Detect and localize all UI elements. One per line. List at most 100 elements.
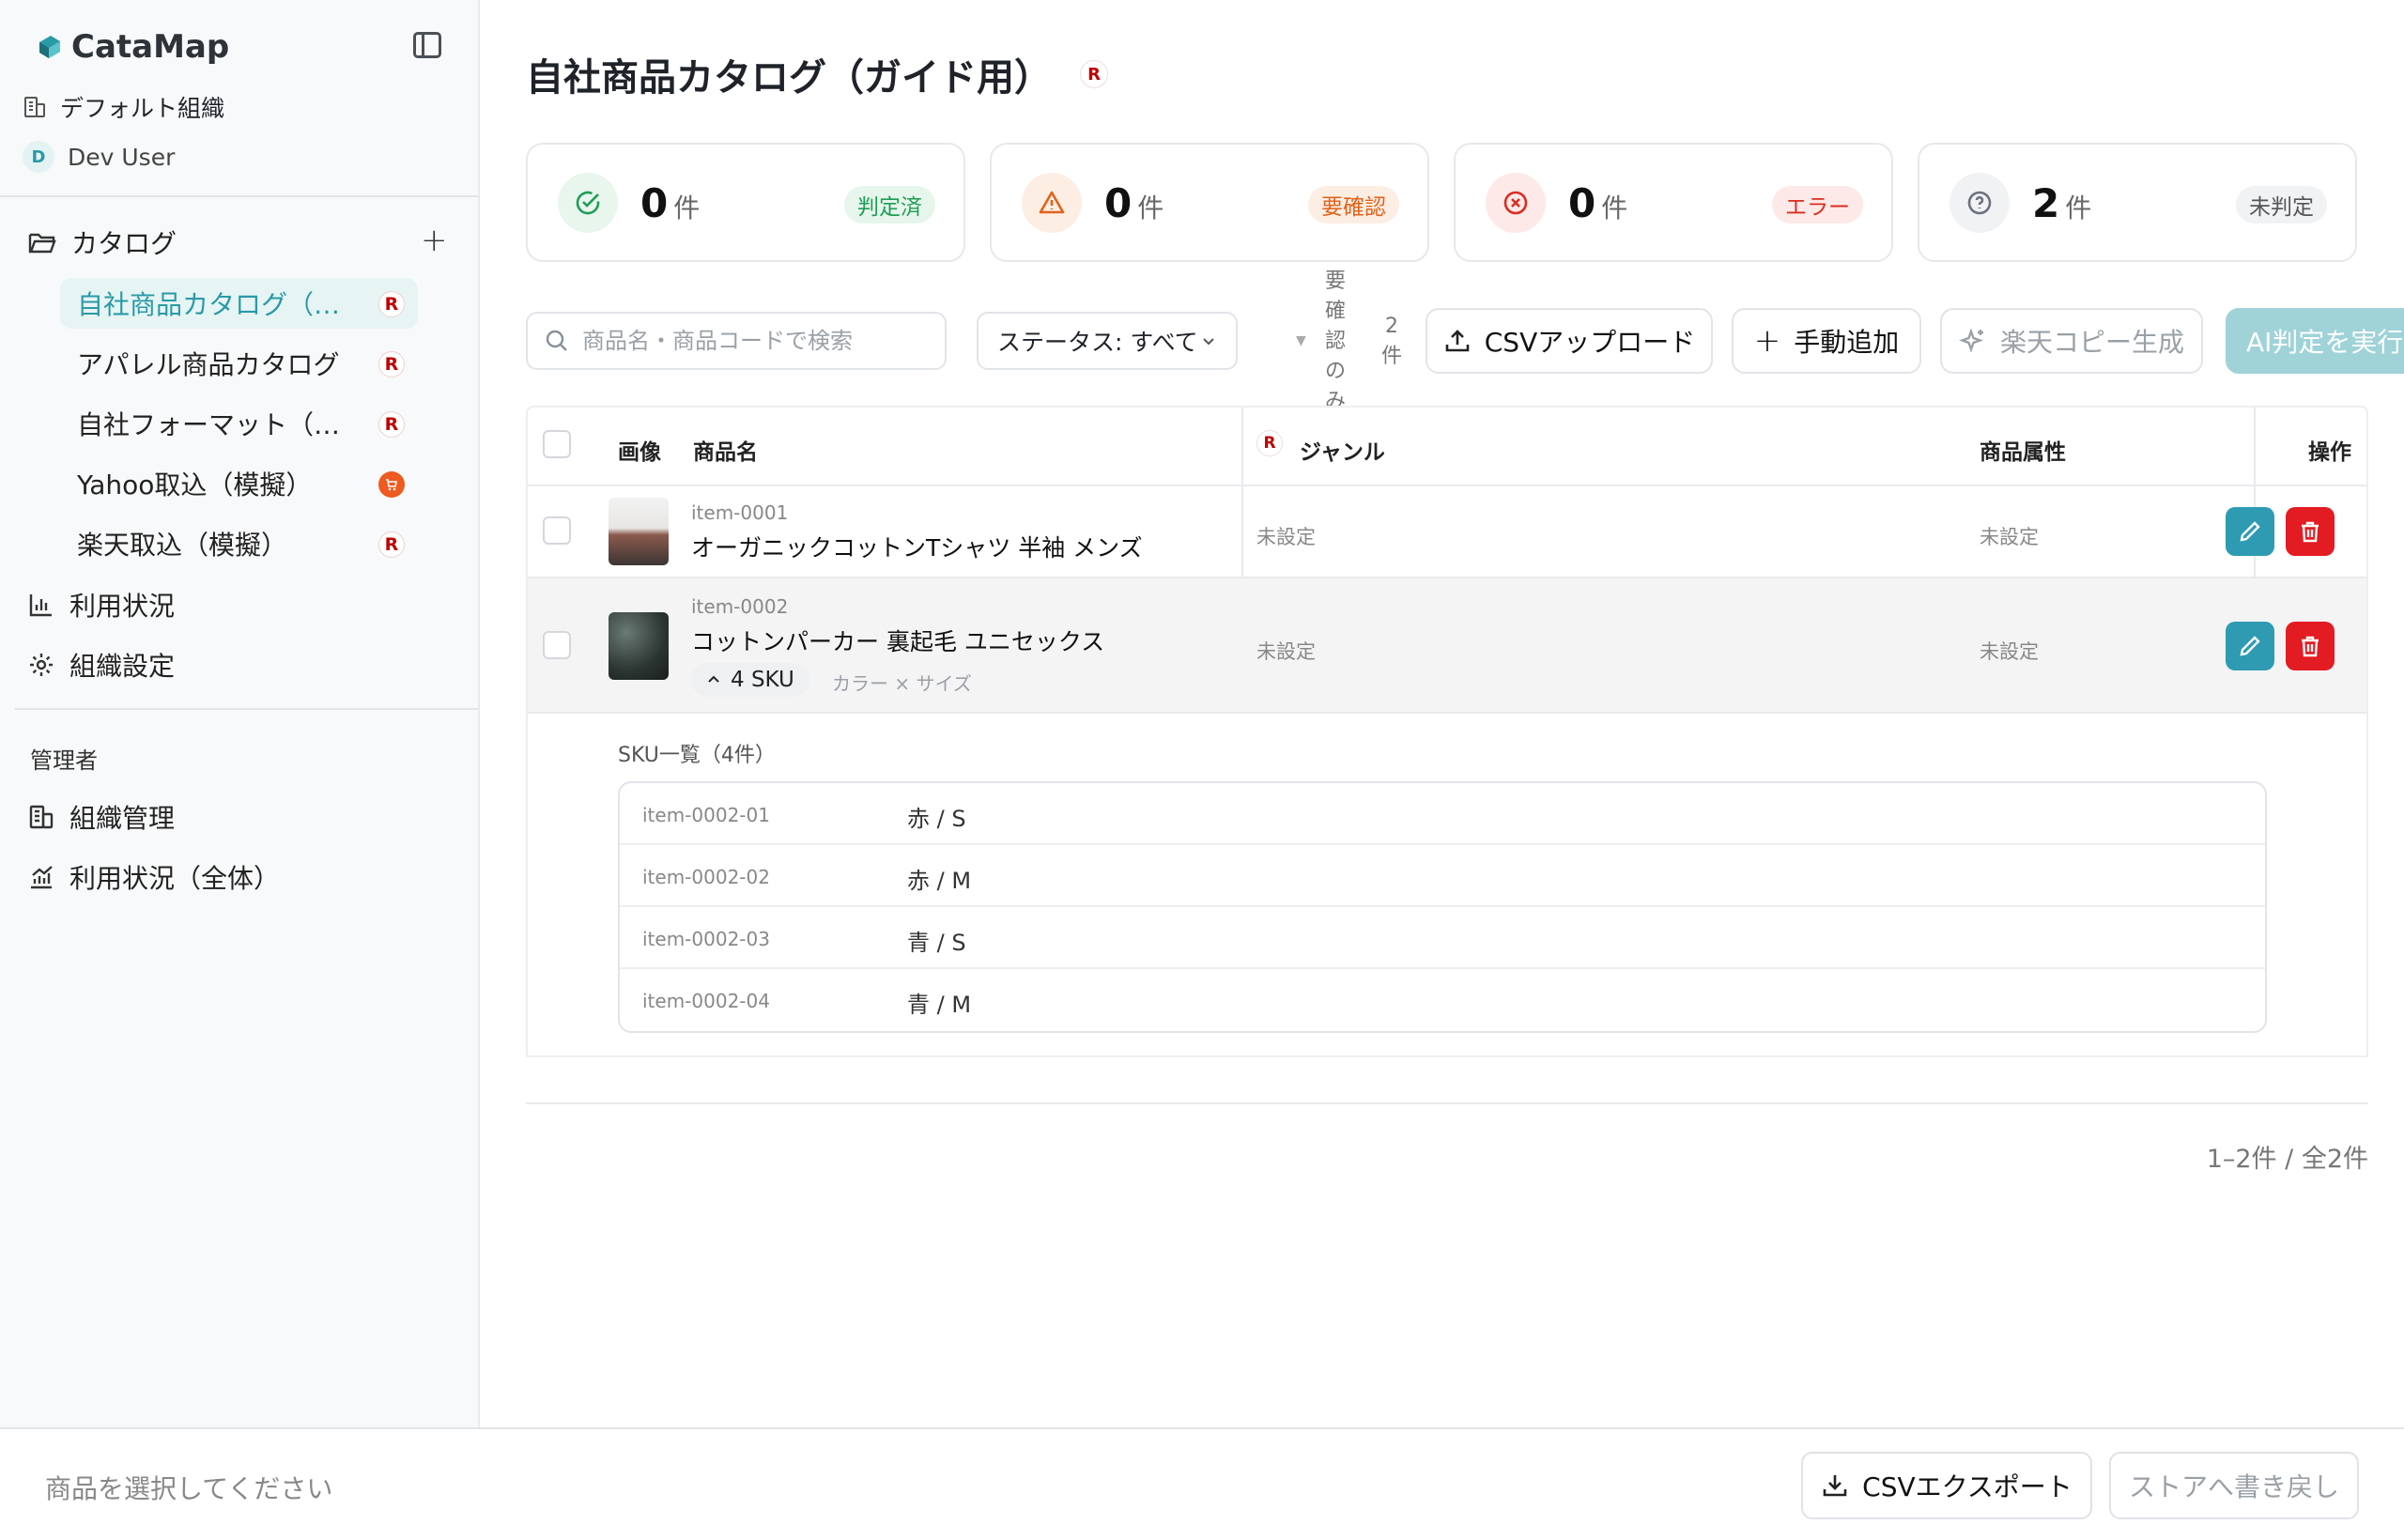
yahoo-shopping-icon xyxy=(378,471,405,498)
org-switcher[interactable]: デフォルト組織 xyxy=(23,90,224,124)
table-row[interactable]: item-0002 コットンパーカー 裏起毛 ユニセックス 4 SKU カラー … xyxy=(528,578,2366,714)
pencil-icon xyxy=(2240,521,2260,542)
delete-button[interactable] xyxy=(2286,622,2335,670)
selection-hint: 商品を選択してください xyxy=(45,1473,333,1504)
column-header-image: 画像 xyxy=(618,440,661,465)
review-only-toggle[interactable]: 要確認のみ xyxy=(1320,267,1350,411)
user-name: Dev User xyxy=(68,143,176,171)
rakuten-icon: R xyxy=(378,351,405,377)
nav-usage[interactable]: 利用状況 xyxy=(28,586,175,624)
edit-button[interactable] xyxy=(2226,507,2274,556)
sku-attribute-label: カラー × サイズ xyxy=(832,672,972,695)
product-name[interactable]: オーガニックコットンTシャツ 半袖 メンズ xyxy=(691,530,1143,563)
status-filter-select[interactable]: ステータス: すべて xyxy=(977,312,1238,370)
plus-icon: + xyxy=(1753,322,1781,360)
sku-row: item-0002-03 青 / S xyxy=(620,907,2265,969)
nav-usage-all[interactable]: 利用状況（全体） xyxy=(28,858,280,896)
delete-button[interactable] xyxy=(2286,507,2335,556)
product-code: item-0002 xyxy=(691,595,789,618)
nav-usage-label: 利用状況 xyxy=(69,591,176,622)
page-title: 自社商品カタログ（ガイド用） R xyxy=(526,47,1108,101)
nav-org-management[interactable]: 組織管理 xyxy=(28,798,175,836)
bar-chart-icon xyxy=(29,594,52,617)
catalog-label: Yahoo取込（模擬） xyxy=(77,470,313,500)
user-menu[interactable]: D Dev User xyxy=(23,141,175,173)
stat-card-review[interactable]: 0件 要確認 xyxy=(990,143,1429,262)
search-input[interactable] xyxy=(582,328,939,354)
product-code: item-0001 xyxy=(691,501,789,524)
x-circle-icon xyxy=(1486,173,1546,233)
manual-add-button[interactable]: + 手動追加 xyxy=(1732,308,1921,374)
chevron-down-icon xyxy=(1203,338,1214,346)
nav-catalog[interactable]: カタログ xyxy=(28,223,177,261)
rakuten-icon: R xyxy=(1080,60,1108,88)
stat-count: 2件 xyxy=(2032,180,2092,226)
stat-card-error[interactable]: 0件 エラー xyxy=(1454,143,1893,262)
review-only-label: 要確認のみ xyxy=(1324,270,1346,411)
sku-row: item-0002-04 青 / M xyxy=(620,969,2265,1031)
folder-open-icon xyxy=(28,233,56,254)
product-name[interactable]: コットンパーカー 裏起毛 ユニセックス xyxy=(691,624,1104,657)
status-badge: 未判定 xyxy=(2236,186,2327,223)
page-title-text: 自社商品カタログ（ガイド用） xyxy=(526,56,1052,100)
stat-card-unjudged[interactable]: 2件 未判定 xyxy=(1918,143,2357,262)
question-circle-icon xyxy=(1949,173,2010,233)
sku-variant: 赤 / S xyxy=(907,806,966,832)
csv-upload-button[interactable]: CSVアップロード xyxy=(1425,308,1713,374)
sidebar-item-catalog-apparel[interactable]: アパレル商品カタログ R xyxy=(60,338,418,389)
table-row[interactable]: item-0001 オーガニックコットンTシャツ 半袖 メンズ 未設定 未設定 xyxy=(528,486,2366,578)
select-all-checkbox[interactable] xyxy=(543,430,571,458)
admin-section-label: 管理者 xyxy=(30,747,98,774)
sku-row: item-0002-02 赤 / M xyxy=(620,845,2265,907)
divider xyxy=(0,195,479,197)
pencil-icon xyxy=(2240,636,2260,656)
row-checkbox[interactable] xyxy=(543,631,571,659)
rakuten-icon: R xyxy=(378,531,405,558)
stat-card-judged[interactable]: 0件 判定済 xyxy=(526,143,965,262)
sku-toggle-chip[interactable]: 4 SKU xyxy=(691,663,809,697)
main-content: 自社商品カタログ（ガイド用） R 0件 判定済 0件 要確認 0件 エラー 2件… xyxy=(481,0,2404,1427)
gear-icon xyxy=(30,654,53,676)
search-box[interactable] xyxy=(526,312,947,370)
genre-value: 未設定 xyxy=(1256,526,1316,548)
sidebar-item-catalog-yahoo[interactable]: Yahoo取込（模擬） xyxy=(60,458,418,509)
sidebar-item-catalog-rakuten[interactable]: 楽天取込（模擬） R xyxy=(60,518,418,569)
divider xyxy=(526,1055,2368,1057)
building-icon xyxy=(29,805,54,829)
nav-catalog-label: カタログ xyxy=(71,228,177,259)
catalog-label: 自社商品カタログ（ガイド用） xyxy=(77,289,349,320)
rakuten-copy-button[interactable]: 楽天コピー生成 xyxy=(1940,308,2203,374)
divider xyxy=(526,1102,2368,1104)
sku-code: item-0002-04 xyxy=(642,990,770,1012)
app-logo[interactable]: CataMap xyxy=(36,28,229,66)
edit-button[interactable] xyxy=(2226,622,2274,670)
download-icon xyxy=(1823,1475,1847,1497)
sidebar-toggle-icon[interactable] xyxy=(413,32,441,58)
add-catalog-icon[interactable]: + xyxy=(421,222,448,259)
write-back-button[interactable]: ストアへ書き戻し xyxy=(2109,1452,2359,1519)
nav-org-settings[interactable]: 組織設定 xyxy=(28,646,175,684)
sku-code: item-0002-03 xyxy=(642,928,770,950)
ai-judge-button[interactable]: AI判定を実行 xyxy=(2226,308,2404,374)
org-name: デフォルト組織 xyxy=(60,95,225,122)
column-header-name[interactable]: 商品名 xyxy=(693,434,758,466)
sku-variant: 青 / S xyxy=(907,930,966,956)
filter-toggle-icon[interactable]: ▼ xyxy=(1296,333,1306,348)
column-header-actions: 操作 xyxy=(2308,440,2351,465)
rakuten-icon: R xyxy=(378,411,405,438)
check-circle-icon xyxy=(558,173,618,233)
csv-export-button[interactable]: CSVエクスポート xyxy=(1801,1452,2092,1519)
warning-icon xyxy=(1022,173,1082,233)
chevron-up-icon xyxy=(708,675,719,683)
table-header: 画像 商品名 R ジャンル 商品属性 操作 xyxy=(528,408,2366,486)
product-thumbnail xyxy=(609,498,669,565)
bottom-action-bar: 商品を選択してください CSVエクスポート ストアへ書き戻し xyxy=(0,1427,2404,1540)
sidebar-item-catalog-own-format[interactable]: 自社フォーマット（サンプル） R xyxy=(60,398,418,449)
column-header-attrs: 商品属性 xyxy=(1980,440,2066,465)
status-badge: 要確認 xyxy=(1308,186,1399,223)
sidebar-item-catalog-guide[interactable]: 自社商品カタログ（ガイド用） R xyxy=(60,278,418,329)
catalog-label: アパレル商品カタログ xyxy=(77,349,340,380)
catalog-label: 楽天取込（模擬） xyxy=(77,530,288,561)
row-checkbox[interactable] xyxy=(543,516,571,545)
rakuten-icon: R xyxy=(1256,430,1283,456)
